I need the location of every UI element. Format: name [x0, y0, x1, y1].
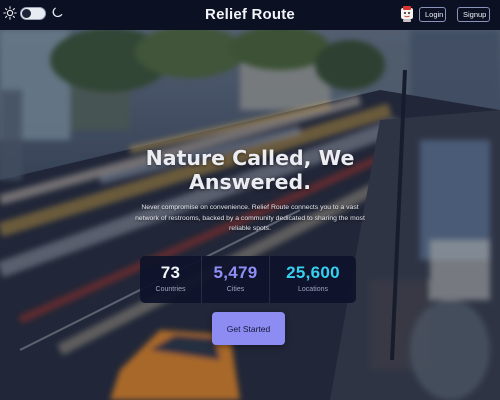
- stat-label: Locations: [298, 286, 328, 293]
- hero-title: Nature Called, We Answered.: [0, 146, 500, 194]
- stat-locations: 25,600 Locations: [270, 256, 356, 303]
- hero-title-line2: Answered.: [189, 170, 311, 194]
- stat-cities: 5,479 Cities: [202, 256, 270, 303]
- moon-icon: [52, 7, 63, 18]
- hero-title-line1: Nature Called, We: [145, 146, 355, 170]
- theme-switch-knob: [22, 8, 31, 18]
- login-button[interactable]: Login: [419, 7, 446, 22]
- stat-label: Cities: [226, 286, 245, 293]
- theme-toggle[interactable]: [3, 6, 63, 20]
- top-navbar: Relief Route Login Signup: [0, 0, 500, 30]
- avatar-icon[interactable]: [399, 5, 415, 23]
- get-started-button[interactable]: Get Started: [212, 312, 285, 345]
- stat-value: 73: [160, 263, 181, 282]
- theme-switch[interactable]: [20, 6, 46, 20]
- stat-value: 25,600: [286, 263, 340, 282]
- stat-value: 5,479: [213, 263, 258, 282]
- sun-icon: [3, 6, 17, 20]
- hero-section: Nature Called, We Answered. Never compro…: [0, 30, 500, 400]
- stat-countries: 73 Countries: [140, 256, 202, 303]
- stats-panel: 73 Countries 5,479 Cities 25,600 Locatio…: [140, 256, 356, 303]
- signup-button[interactable]: Signup: [457, 7, 490, 22]
- stat-label: Countries: [155, 286, 186, 293]
- hero-subtitle: Never compromise on convenience. Relief …: [135, 204, 365, 232]
